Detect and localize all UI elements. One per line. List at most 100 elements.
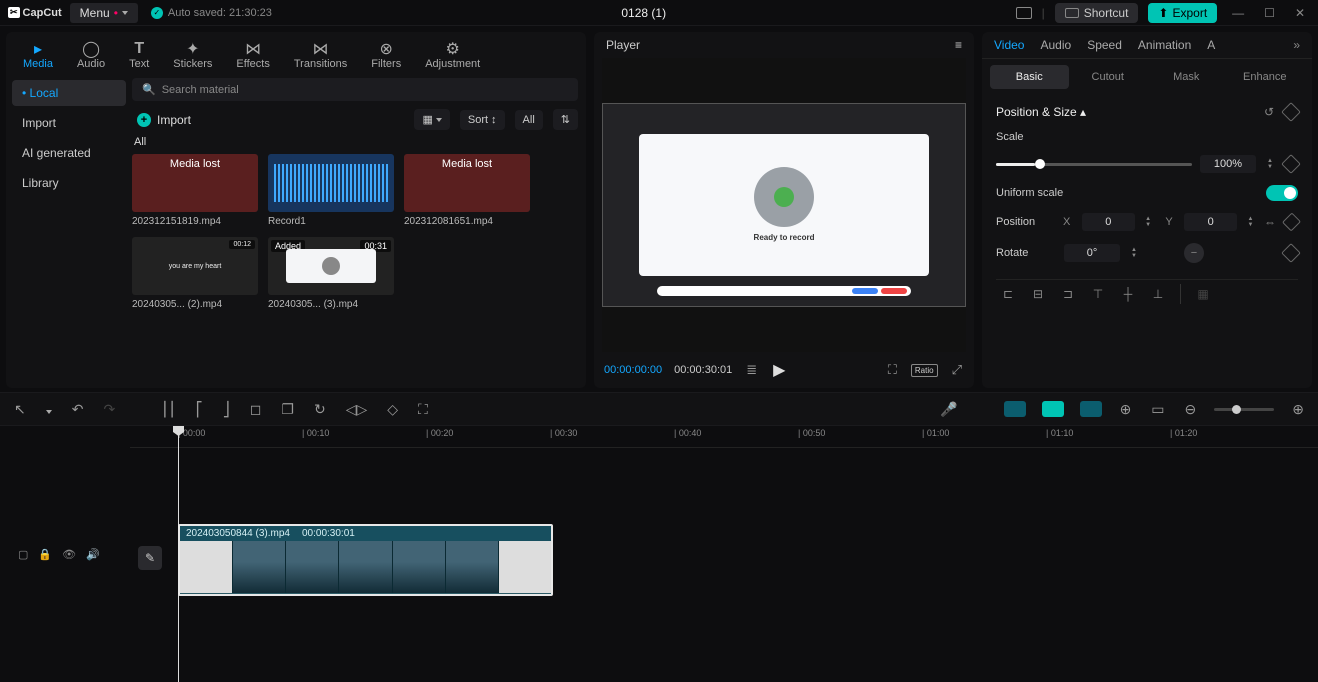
view-mode[interactable]: ▦: [414, 109, 449, 130]
chevron-right-icon[interactable]: »: [1293, 38, 1300, 52]
subtab-enhance[interactable]: Enhance: [1226, 65, 1305, 89]
mode-2[interactable]: [1042, 401, 1064, 417]
track-icon[interactable]: ▭: [1149, 399, 1166, 420]
scale-stepper[interactable]: ▲▼: [1264, 158, 1276, 170]
tab-stickers[interactable]: ✦Stickers: [170, 38, 215, 72]
import-button[interactable]: + Import: [132, 110, 196, 130]
close-button[interactable]: ✕: [1290, 6, 1310, 20]
filter-button[interactable]: ⇅: [553, 109, 578, 130]
prop-tab-audio[interactable]: Audio: [1040, 38, 1071, 52]
sidebar-local[interactable]: • Local: [12, 80, 126, 106]
menu-button[interactable]: Menu•: [70, 3, 138, 23]
reset-icon[interactable]: ↺: [1264, 105, 1274, 119]
shortcut-button[interactable]: Shortcut: [1055, 3, 1139, 23]
prop-tab-more[interactable]: A: [1207, 38, 1215, 52]
mic-icon[interactable]: 🎤: [938, 399, 959, 420]
sidebar-ai[interactable]: AI generated: [12, 140, 126, 166]
search-input[interactable]: 🔍 Search material: [132, 78, 578, 101]
fullscreen-icon[interactable]: ⤢: [950, 360, 964, 380]
zoom-slider[interactable]: [1214, 408, 1274, 411]
align-top-icon[interactable]: ⊤: [1086, 284, 1110, 304]
layout-icon[interactable]: [1016, 7, 1032, 19]
prop-tab-animation[interactable]: Animation: [1138, 38, 1191, 52]
snap-icon[interactable]: ⊕: [1118, 399, 1134, 420]
maximize-button[interactable]: ☐: [1259, 6, 1280, 20]
media-item[interactable]: Record1: [268, 154, 394, 227]
track-mute-icon[interactable]: 🔊: [86, 548, 100, 561]
tab-adjustment[interactable]: ⚙Adjustment: [422, 38, 483, 72]
dup-tool[interactable]: ❐: [279, 399, 296, 420]
y-stepper[interactable]: ▲▼: [1245, 216, 1256, 228]
tab-effects[interactable]: ⋈Effects: [233, 38, 272, 72]
ratio-button[interactable]: Ratio: [911, 364, 938, 377]
keyframe-icon[interactable]: [1281, 243, 1301, 263]
align-bottom-icon[interactable]: ⊥: [1146, 284, 1170, 304]
media-item[interactable]: Added00:31 20240305... (3).mp4: [268, 237, 394, 310]
track-eye-icon[interactable]: 👁: [62, 548, 76, 561]
frame-icon[interactable]: ⛶: [886, 360, 899, 380]
flip-icon[interactable]: −: [1184, 243, 1204, 263]
uniform-toggle[interactable]: [1266, 185, 1298, 201]
player-viewport[interactable]: Ready to record: [602, 58, 966, 352]
list-icon[interactable]: ≣: [744, 360, 759, 380]
rotate-tool[interactable]: ◇: [385, 399, 400, 420]
track-area[interactable]: | 00:00 | 00:10 | 00:20 | 00:30 | 00:40 …: [130, 426, 1318, 682]
reverse-tool[interactable]: ↻: [312, 399, 328, 420]
subtab-basic[interactable]: Basic: [990, 65, 1069, 89]
track-edit-icon[interactable]: ✎: [138, 546, 162, 570]
tab-transitions[interactable]: ⋈Transitions: [291, 38, 350, 72]
trim-right-tool[interactable]: ⎦: [221, 399, 232, 420]
position-y[interactable]: 0: [1184, 213, 1237, 231]
x-stepper[interactable]: ▲▼: [1143, 216, 1154, 228]
timeline-ruler[interactable]: | 00:00 | 00:10 | 00:20 | 00:30 | 00:40 …: [130, 426, 1318, 448]
align-hcenter-icon[interactable]: ⊟: [1026, 284, 1050, 304]
mirror-tool[interactable]: ◁▷: [344, 399, 370, 420]
tab-filters[interactable]: ⊗Filters: [368, 38, 404, 72]
align-right-icon[interactable]: ⊐: [1056, 284, 1080, 304]
dropdown-icon[interactable]: [44, 399, 54, 419]
timeline-clip[interactable]: 202403050844 (3).mp4 00:00:30:01: [178, 524, 553, 596]
scale-value[interactable]: 100%: [1200, 155, 1256, 173]
rotate-stepper[interactable]: ▲▼: [1128, 247, 1140, 259]
keyframe-icon[interactable]: [1281, 102, 1301, 122]
track-square-icon[interactable]: ▢: [18, 548, 28, 561]
align-left-icon[interactable]: ⊏: [996, 284, 1020, 304]
link-icon[interactable]: ⇔: [1264, 215, 1277, 229]
align-vcenter-icon[interactable]: ┼: [1116, 284, 1140, 304]
crop-tool[interactable]: ◻: [248, 399, 264, 420]
sort-button[interactable]: Sort ↕: [460, 110, 505, 130]
prop-tab-speed[interactable]: Speed: [1087, 38, 1122, 52]
minimize-button[interactable]: —: [1227, 6, 1249, 20]
undo-button[interactable]: ↶: [70, 399, 86, 420]
trim-left-tool[interactable]: ⎡: [194, 399, 205, 420]
play-button[interactable]: ▶: [771, 358, 787, 382]
scale-slider[interactable]: [996, 163, 1192, 166]
subtab-cutout[interactable]: Cutout: [1069, 65, 1148, 89]
player-menu-icon[interactable]: ≡: [955, 38, 962, 52]
position-x[interactable]: 0: [1082, 213, 1135, 231]
keyframe-icon[interactable]: [1281, 154, 1301, 174]
crop2-tool[interactable]: ⛶: [416, 399, 430, 420]
rotate-value[interactable]: 0°: [1064, 244, 1120, 262]
tab-text[interactable]: TText: [126, 38, 152, 72]
category-all[interactable]: All: [134, 136, 578, 148]
zoom-in-icon[interactable]: ⊕: [1290, 399, 1306, 420]
media-item[interactable]: Media lost 202312081651.mp4: [404, 154, 530, 227]
keyframe-icon[interactable]: [1282, 212, 1301, 231]
split-tool[interactable]: ⎮⎮: [159, 399, 178, 420]
distribute-icon[interactable]: ▦: [1191, 284, 1215, 304]
subtab-mask[interactable]: Mask: [1147, 65, 1226, 89]
media-item[interactable]: Media lost 202312151819.mp4: [132, 154, 258, 227]
prop-tab-video[interactable]: Video: [994, 38, 1024, 52]
filter-all[interactable]: All: [515, 110, 543, 130]
track-lock-icon[interactable]: 🔒: [38, 548, 52, 561]
export-button[interactable]: ⬆ Export: [1148, 3, 1217, 23]
sidebar-library[interactable]: Library: [12, 170, 126, 196]
tab-media[interactable]: ▸Media: [20, 38, 56, 72]
sidebar-import[interactable]: Import: [12, 110, 126, 136]
tab-audio[interactable]: ◯Audio: [74, 38, 108, 72]
mode-3[interactable]: [1080, 401, 1102, 417]
media-item[interactable]: 00:12you are my heart 20240305... (2).mp…: [132, 237, 258, 310]
redo-button[interactable]: ↷: [101, 399, 117, 420]
zoom-out-icon[interactable]: ⊖: [1183, 399, 1199, 420]
